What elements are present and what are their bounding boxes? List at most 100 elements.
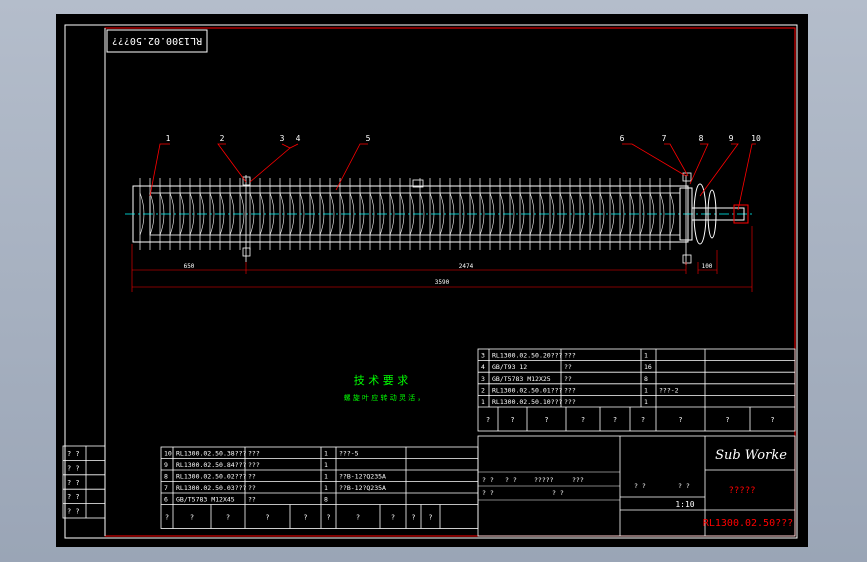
- bom-header-cell: ?: [428, 514, 432, 522]
- bom-cell: GB/T5783 M12X45: [176, 496, 235, 504]
- balloon-4: 4: [296, 134, 301, 143]
- bom-cell: 8: [644, 375, 648, 383]
- bom-header-cell: ?: [226, 514, 230, 522]
- bom-cell: 1: [644, 352, 648, 360]
- bom-cell: 1: [324, 473, 328, 481]
- bom-cell: 8: [164, 473, 168, 481]
- bom-header-cell: ?: [303, 514, 307, 522]
- bom-cell: 16: [644, 363, 652, 371]
- bom-cell: RL1300.02.50.20???: [492, 352, 563, 360]
- bom-cell: ??: [248, 484, 256, 492]
- bom-cell: ???: [564, 386, 576, 394]
- bom-cell: 10: [164, 450, 172, 458]
- bom-cell: ??B-12?Q235A: [339, 473, 386, 481]
- bom-header-cell: ?: [678, 416, 682, 424]
- bom-cell: 1: [324, 484, 328, 492]
- bom-header-cell: ?: [190, 514, 194, 522]
- bom-header-cell: ?: [613, 416, 617, 424]
- left-margin-cell: ? ?: [67, 508, 80, 516]
- bom-cell: ??: [248, 473, 256, 481]
- bom-cell: ???: [564, 352, 576, 360]
- dim-overall-length: 3590: [435, 279, 450, 286]
- balloon-1: 1: [166, 134, 171, 143]
- bom-header-cell: ?: [165, 514, 169, 522]
- bom-cell: 3: [481, 375, 485, 383]
- title-block-mark: ? ?: [505, 476, 517, 484]
- drawing-number: RL1300.02.50???: [703, 518, 793, 529]
- dim-right-offset: 100: [702, 263, 713, 270]
- left-margin-cell: ? ?: [67, 450, 80, 458]
- title-block-mark: ? ?: [678, 482, 690, 490]
- cad-viewport: RL1300.02.50??? 1 2 3 4 5 6 7 8 9 10 650…: [0, 0, 867, 562]
- bom-header-cell: ?: [725, 416, 729, 424]
- bom-cell: RL1300.02.50.01???: [492, 386, 563, 394]
- bom-cell: 9: [164, 461, 168, 469]
- bom-header-cell: ?: [411, 514, 415, 522]
- company-logo-text: Sub Worke: [715, 448, 787, 463]
- bom-header-cell: ?: [326, 514, 330, 522]
- balloon-2: 2: [220, 134, 225, 143]
- bom-cell: 1: [324, 461, 328, 469]
- bom-cell: ???: [248, 450, 260, 458]
- balloon-7: 7: [662, 134, 667, 143]
- bom-cell: ??: [248, 496, 256, 504]
- title-block-mark: ? ?: [552, 489, 564, 497]
- bom-header-cell: ?: [641, 416, 645, 424]
- bom-cell: GB/T93 12: [492, 363, 527, 371]
- tech-req-body: 螺 旋 叶 应 转 动 灵 活 ，: [344, 393, 425, 402]
- left-margin-cell: ? ?: [67, 479, 80, 487]
- bom-cell: 8: [324, 496, 328, 504]
- bom-header-cell: ?: [486, 416, 490, 424]
- title-block-mark: ? ?: [482, 476, 494, 484]
- balloon-5: 5: [366, 134, 371, 143]
- bom-cell: RL1300.02.50.84???: [176, 461, 247, 469]
- cad-drawing: RL1300.02.50??? 1 2 3 4 5 6 7 8 9 10 650…: [56, 14, 808, 547]
- bom-cell: 1: [644, 386, 648, 394]
- balloon-6: 6: [620, 134, 625, 143]
- bom-header-cell: ?: [356, 514, 360, 522]
- bom-cell: 1: [324, 450, 328, 458]
- bom-cell: ??: [564, 375, 572, 383]
- bom-cell: 6: [164, 496, 168, 504]
- bom-cell: ??: [564, 363, 572, 371]
- bom-cell: 1: [644, 398, 648, 406]
- bom-header-cell: ?: [544, 416, 548, 424]
- title-block-mark: ? ?: [634, 482, 646, 490]
- drawing-sheet: [56, 14, 808, 547]
- bom-header-cell: ?: [391, 514, 395, 522]
- bom-cell: ??B-12?Q235A: [339, 484, 386, 492]
- title-block-mark: ???: [572, 476, 584, 484]
- left-margin-cell: ? ?: [67, 464, 80, 472]
- header-stamp-text: RL1300.02.50???: [112, 35, 202, 46]
- dim-middle-span: 2474: [459, 263, 474, 270]
- balloon-10: 10: [751, 134, 761, 143]
- balloon-3: 3: [280, 134, 285, 143]
- bom-cell: RL1300.02.50.10???: [492, 398, 563, 406]
- bom-cell: 7: [164, 484, 168, 492]
- bom-cell: ???-2: [659, 386, 679, 394]
- left-margin-cell: ? ?: [67, 493, 80, 501]
- dim-left-offset: 650: [184, 263, 195, 270]
- bom-cell: RL1300.02.50.38???: [176, 450, 247, 458]
- balloon-9: 9: [729, 134, 734, 143]
- bom-cell: ???: [248, 461, 260, 469]
- bom-cell: 1: [481, 398, 485, 406]
- bom-cell: ???: [564, 398, 576, 406]
- bom-cell: 4: [481, 363, 485, 371]
- bom-cell: 2: [481, 386, 485, 394]
- bom-cell: ???-5: [339, 450, 359, 458]
- bom-header-cell: ?: [265, 514, 269, 522]
- title-block-mark: ?????: [534, 476, 554, 484]
- tech-req-title: 技 术 要 求: [354, 374, 409, 387]
- bom-cell: 3: [481, 352, 485, 360]
- balloon-8: 8: [699, 134, 704, 143]
- bom-header-cell: ?: [510, 416, 514, 424]
- drawing-scale: 1:10: [675, 500, 694, 509]
- bom-header-cell: ?: [770, 416, 774, 424]
- bom-cell: RL1300.02.50.03???: [176, 484, 247, 492]
- drawing-name: ?????: [728, 486, 755, 496]
- bom-header-cell: ?: [581, 416, 585, 424]
- title-block-mark: ? ?: [482, 489, 494, 497]
- bom-cell: GB/T5783 M12X25: [492, 375, 551, 383]
- bom-cell: RL1300.02.50.02???: [176, 473, 247, 481]
